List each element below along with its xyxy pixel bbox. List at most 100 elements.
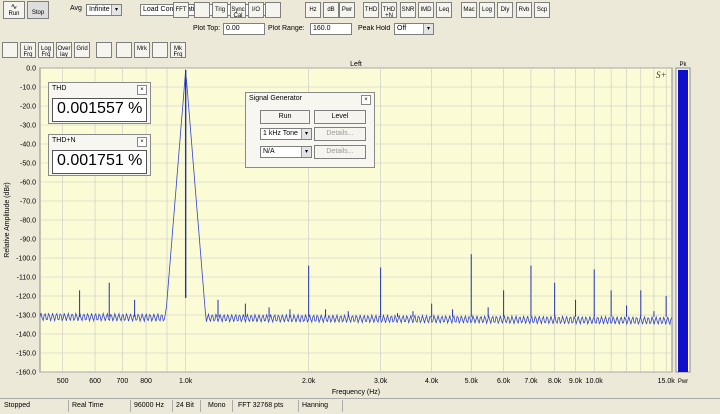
meter-bottom-label: Pwr [678, 379, 688, 385]
run-button[interactable]: ∿ Run [3, 1, 25, 19]
toolbar-button-9[interactable]: THD [363, 2, 379, 18]
chart-title: Left [350, 61, 362, 68]
peak-hold-select[interactable]: Off ▾ [394, 23, 434, 35]
grid-button[interactable]: Grid [74, 42, 90, 58]
thdn-panel[interactable]: THD+N × 0.001751 % [48, 134, 151, 176]
plot-top-input[interactable]: 0.00 [223, 23, 265, 35]
toolbar-button-5[interactable] [265, 2, 281, 18]
toolbar-button-8[interactable]: Pwr [339, 2, 355, 18]
chevron-down-icon: ▾ [111, 5, 121, 15]
waveform-icon: ∿ [10, 2, 18, 11]
x-tick-label: 1.0k [179, 378, 193, 385]
plot-top-label: Plot Top: [193, 25, 221, 32]
y-tick-label: 0.0 [26, 66, 36, 73]
toolbar-button-3[interactable]: Sync Cal [230, 2, 246, 18]
tone-select[interactable]: 1 kHz Tone ▾ [260, 128, 312, 140]
generator-level-button[interactable]: Level [314, 110, 366, 124]
stop-button[interactable]: Stop [27, 1, 49, 19]
x-tick-label: 4.0k [425, 378, 439, 385]
overlay-button[interactable]: Over lay [56, 42, 72, 58]
plot-range-input[interactable]: 160.0 [310, 23, 352, 35]
y-tick-label: -90.0 [20, 237, 36, 244]
details-button-2[interactable]: Details... [314, 145, 366, 159]
status-mode: Real Time [70, 400, 131, 412]
status-window: Hanning [300, 400, 343, 412]
x-tick-label: 7.0k [524, 378, 538, 385]
x-tick-label: 6.0k [497, 378, 511, 385]
thdn-title: THD+N [52, 137, 76, 144]
stop-icon [28, 2, 48, 10]
generator-run-button[interactable]: Run [260, 110, 310, 124]
spectrum-button[interactable] [152, 42, 168, 58]
status-fft: FFT 32768 pts [236, 400, 299, 412]
y-tick-label: -80.0 [20, 218, 36, 225]
x-tick-label: 800 [140, 378, 152, 385]
signal-generator-title: Signal Generator [249, 95, 302, 102]
toolbar-button-10[interactable]: THD +N [381, 2, 397, 18]
toolbar-button-4[interactable]: I/O [248, 2, 264, 18]
toolbar-button-12[interactable]: IMD [418, 2, 434, 18]
y-tick-label: -30.0 [20, 123, 36, 130]
new-file-button[interactable] [2, 42, 18, 58]
y-tick-label: -140.0 [16, 332, 36, 339]
toolbar-button-6[interactable]: Hz [305, 2, 321, 18]
x-tick-label: 600 [89, 378, 101, 385]
x-tick-label: 500 [57, 378, 69, 385]
toolbar-button-2[interactable]: Trig [212, 2, 228, 18]
close-icon[interactable]: × [137, 137, 147, 147]
toolbar-button-1[interactable] [194, 2, 210, 18]
avg-select[interactable]: Infinite ▾ [86, 4, 122, 16]
y-tick-label: -40.0 [20, 142, 36, 149]
x-tick-label: 2.0k [302, 378, 316, 385]
toolbar-button-13[interactable]: Leq [436, 2, 452, 18]
toolbar-button-11[interactable]: SNR [400, 2, 416, 18]
status-rate: 96000 Hz [132, 400, 173, 412]
details-button-1[interactable]: Details... [314, 127, 366, 141]
plot-range-label: Plot Range: [268, 25, 305, 32]
toolbar-button-17[interactable]: Rvb [516, 2, 532, 18]
thd-title: THD [52, 85, 67, 92]
signal-generator-panel[interactable]: Signal Generator × Run Level 1 kHz Tone ▾… [245, 92, 375, 168]
y-axis-label: Relative Amplitude (dBr) [4, 182, 11, 257]
x-tick-label: 15.0k [658, 378, 676, 385]
toolbar-button-7[interactable]: dB [323, 2, 339, 18]
waveform-button[interactable] [96, 42, 112, 58]
avg-label: Avg [70, 5, 82, 12]
marker-button[interactable]: Mrk [134, 42, 150, 58]
cursor-button[interactable] [116, 42, 132, 58]
chevron-down-icon: ▾ [301, 147, 311, 157]
y-tick-label: -60.0 [20, 180, 36, 187]
x-tick-label: 3.0k [374, 378, 388, 385]
thdn-value: 0.001751 % [52, 150, 147, 174]
toolbar-button-0[interactable]: FFT [173, 2, 189, 18]
thd-value: 0.001557 % [52, 98, 147, 122]
toolbar-button-16[interactable]: Dly [497, 2, 513, 18]
y-tick-label: -150.0 [16, 351, 36, 358]
x-tick-label: 10.0k [586, 378, 604, 385]
status-bar: Stopped Real Time 96000 Hz 24 Bit Mono F… [0, 398, 720, 414]
toolbar-button-14[interactable]: Mac [461, 2, 477, 18]
toolbar-button-18[interactable]: Scp [534, 2, 550, 18]
mark-freq-button[interactable]: Mk Frq [170, 42, 186, 58]
y-tick-label: -100.0 [16, 256, 36, 263]
status-state: Stopped [2, 400, 69, 412]
toolbar-button-15[interactable]: Log [479, 2, 495, 18]
lin-freq-button[interactable]: Lin Frq [20, 42, 36, 58]
peak-hold-label: Peak Hold [358, 25, 391, 32]
toolbar-main: ∿ Run Stop Avg Infinite▾ Load Configurat… [0, 0, 720, 20]
x-axis-label: Frequency (Hz) [332, 389, 380, 396]
x-tick-label: 700 [117, 378, 129, 385]
second-signal-select[interactable]: N/A ▾ [260, 146, 312, 158]
y-tick-label: -10.0 [20, 85, 36, 92]
y-tick-label: -20.0 [20, 104, 36, 111]
y-tick-label: -50.0 [20, 161, 36, 168]
thd-panel[interactable]: THD × 0.001557 % [48, 82, 151, 124]
status-bits: 24 Bit [174, 400, 201, 412]
close-icon[interactable]: × [137, 85, 147, 95]
y-tick-label: -70.0 [20, 199, 36, 206]
meter-top-label: Pk [679, 62, 687, 68]
level-meter-bar [678, 69, 688, 373]
close-icon[interactable]: × [361, 95, 371, 105]
log-freq-button[interactable]: Log Frq [38, 42, 54, 58]
x-tick-label: 8.0k [548, 378, 562, 385]
